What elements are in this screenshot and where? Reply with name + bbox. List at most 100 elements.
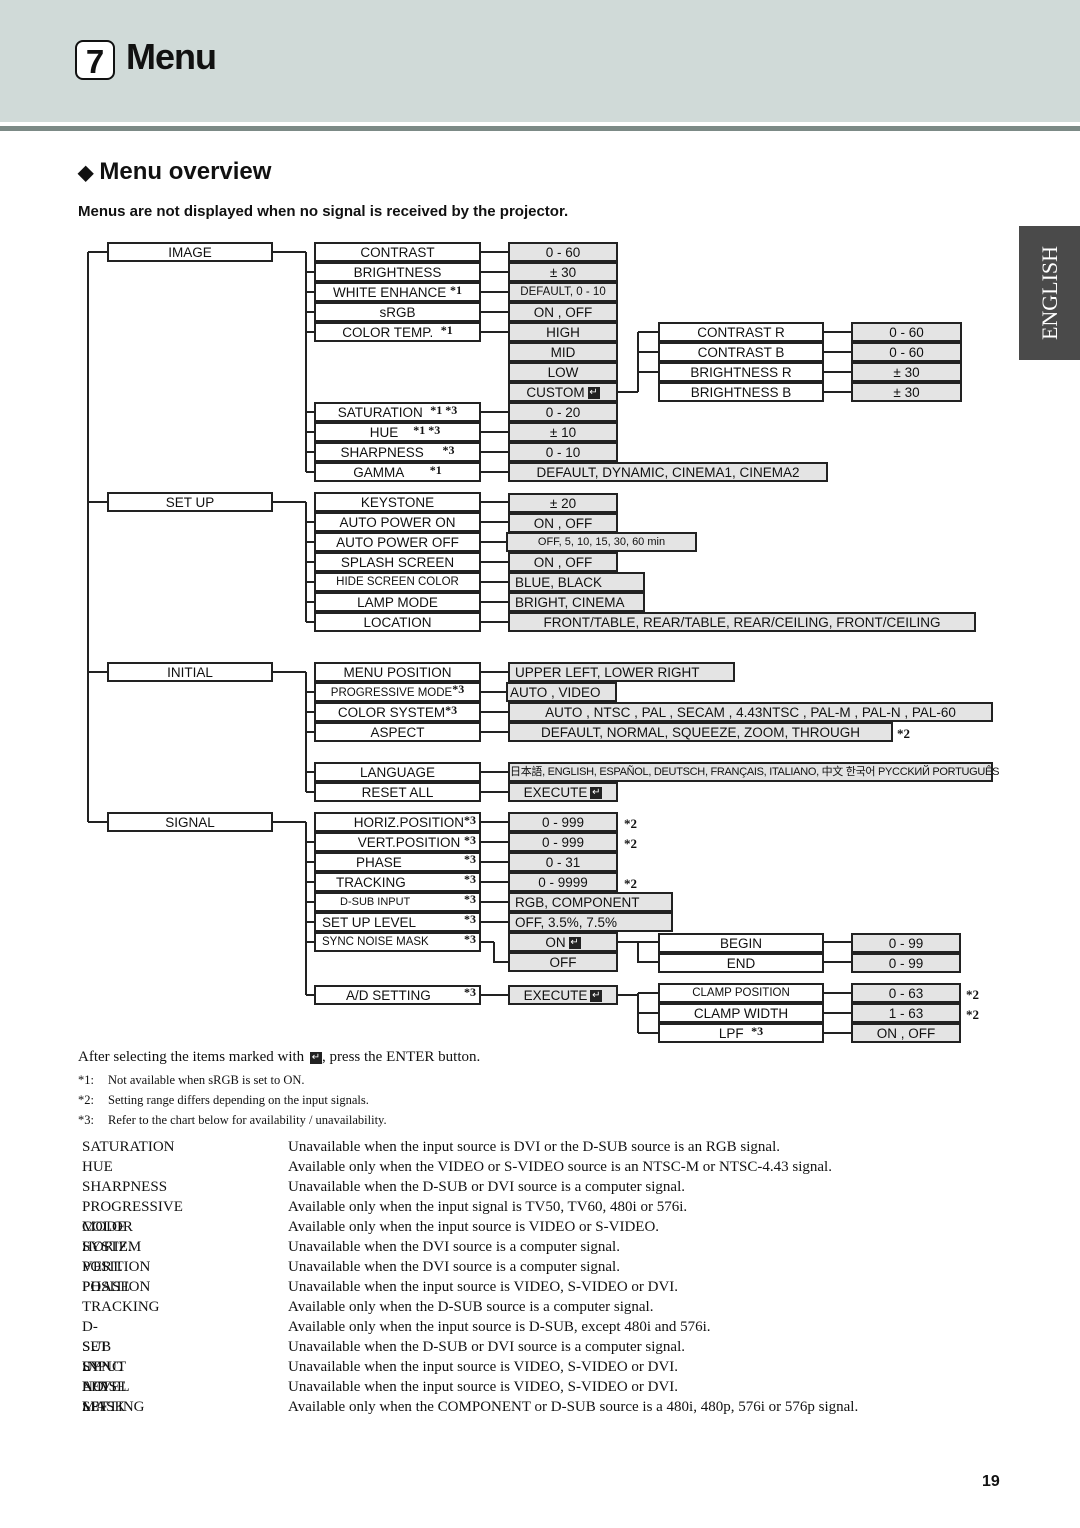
value-color-system: AUTO , NTSC , PAL , SECAM , 4.43NTSC , P… — [508, 702, 993, 722]
value-set-up-level: OFF, 3.5%, 7.5% — [508, 912, 673, 932]
item-splash-screen: SPLASH SCREEN — [314, 552, 481, 572]
clamp-width-note: *2 — [966, 1007, 979, 1022]
item-dsub-input: D-SUB INPUT *3 — [314, 892, 481, 912]
item-menu-position: MENU POSITION — [314, 662, 481, 682]
ad-clamp-position-value: 0 - 63 — [851, 983, 961, 1003]
custom-brightness-r-value: ± 30 — [851, 362, 962, 382]
value-sync-off: OFF — [508, 952, 618, 972]
item-horiz-position: HORIZ.POSITION*3 — [314, 812, 481, 832]
item-language: LANGUAGE — [314, 762, 481, 782]
enter-key-icon: ↵ — [587, 387, 600, 400]
footnote-1: *1: Not available when sRGB is set to ON. — [78, 1073, 305, 1087]
item-sync-noise-mask: SYNC NOISE MASK *3 — [314, 932, 481, 952]
value-progressive-mode: AUTO , VIDEO — [506, 682, 617, 702]
custom-contrast-b-value: 0 - 60 — [851, 342, 962, 362]
footnote-3: *3: Refer to the chart below for availabi… — [78, 1113, 387, 1127]
value-ad-execute: EXECUTE ↵ — [508, 985, 618, 1005]
item-hue: HUE *1 *3 — [314, 422, 481, 442]
value-aspect: DEFAULT, NORMAL, SQUEEZE, ZOOM, THROUGH — [508, 722, 893, 742]
value-sync-on: ON ↵ — [508, 932, 618, 952]
aspect-note: *2 — [897, 726, 910, 741]
enter-key-icon: ↵ — [590, 990, 603, 1003]
item-color-system: COLOR SYSTEM*3 — [314, 702, 481, 722]
sync-begin: BEGIN — [658, 933, 824, 953]
value-reset-all: EXECUTE ↵ — [508, 782, 618, 802]
custom-contrast-r: CONTRAST R — [658, 322, 824, 342]
value-auto-power-on: ON , OFF — [508, 513, 618, 533]
value-language: 日本語, ENGLISH, ESPAÑOL, DEUTSCH, FRANÇAIS… — [508, 762, 999, 782]
item-vert-position: VERT.POSITION *3 — [314, 832, 481, 852]
ad-clamp-width: CLAMP WIDTH — [658, 1003, 824, 1023]
tracking-note: *2 — [624, 876, 637, 891]
item-set-up-level: SET UP LEVEL *3 — [314, 912, 481, 932]
custom-contrast-r-value: 0 - 60 — [851, 322, 962, 342]
value-hide-screen-color: BLUE, BLACK — [508, 572, 645, 592]
value-horiz-position: 0 - 999 — [508, 812, 618, 832]
value-contrast: 0 - 60 — [508, 242, 618, 262]
sync-end-value: 0 - 99 — [851, 953, 961, 973]
ad-clamp-width-value: 1 - 63 — [851, 1003, 961, 1023]
item-srgb: sRGB — [314, 302, 481, 322]
value-gamma: DEFAULT, DYNAMIC, CINEMA1, CINEMA2 — [508, 462, 828, 482]
item-location: LOCATION — [314, 612, 481, 632]
sync-end: END — [658, 953, 824, 973]
value-phase: 0 - 31 — [508, 852, 618, 872]
menu-setup: SET UP — [107, 492, 273, 512]
value-color-temp-mid: MID — [508, 342, 618, 362]
item-keystone: KEYSTONE — [314, 492, 481, 512]
enter-key-icon: ↵ — [309, 1051, 322, 1064]
custom-brightness-b-value: ± 30 — [851, 382, 962, 402]
custom-contrast-b: CONTRAST B — [658, 342, 824, 362]
item-hide-screen-color: HIDE SCREEN COLOR — [314, 572, 481, 592]
item-progressive-mode: PROGRESSIVE MODE*3 — [314, 682, 481, 702]
value-color-temp-custom: CUSTOM ↵ — [508, 382, 618, 402]
item-aspect: ASPECT — [314, 722, 481, 742]
item-sharpness: SHARPNESS *3 — [314, 442, 481, 462]
item-white-enhance: WHITE ENHANCE *1 — [314, 282, 481, 302]
value-vert-position: 0 - 999 — [508, 832, 618, 852]
item-gamma: GAMMA *1 — [314, 462, 481, 482]
custom-brightness-b: BRIGHTNESS B — [658, 382, 824, 402]
value-splash-screen: ON , OFF — [508, 552, 618, 572]
ad-lpf-value: ON , OFF — [851, 1023, 961, 1043]
item-lamp-mode: LAMP MODE — [314, 592, 481, 612]
menu-initial: INITIAL — [107, 662, 273, 682]
item-contrast: CONTRAST — [314, 242, 481, 262]
menu-image: IMAGE — [107, 242, 273, 262]
item-phase: PHASE *3 — [314, 852, 481, 872]
ad-lpf: LPF *3 — [658, 1023, 824, 1043]
value-brightness: ± 30 — [508, 262, 618, 282]
value-white-enhance: DEFAULT, 0 - 10 — [508, 282, 618, 302]
vert-position-note: *2 — [624, 836, 637, 851]
value-tracking: 0 - 9999 — [508, 872, 618, 892]
item-tracking: TRACKING *3 — [314, 872, 481, 892]
enter-key-icon: ↵ — [568, 937, 581, 950]
value-color-temp-low: LOW — [508, 362, 618, 382]
menu-tree-diagram: IMAGE SET UP INITIAL SIGNAL CONTRAST BRI… — [0, 0, 1080, 1060]
menu-signal: SIGNAL — [107, 812, 273, 832]
item-reset-all: RESET ALL — [314, 782, 481, 802]
value-srgb: ON , OFF — [508, 302, 618, 322]
item-color-temp: COLOR TEMP. *1 — [314, 322, 481, 342]
item-auto-power-off: AUTO POWER OFF — [314, 532, 481, 552]
sync-begin-value: 0 - 99 — [851, 933, 961, 953]
horiz-position-note: *2 — [624, 816, 637, 831]
value-menu-position: UPPER LEFT, LOWER RIGHT — [508, 662, 735, 682]
value-hue: ± 10 — [508, 422, 618, 442]
item-auto-power-on: AUTO POWER ON — [314, 512, 481, 532]
item-ad-setting: A/D SETTING *3 — [314, 985, 481, 1005]
page-number: 19 — [982, 1473, 1000, 1490]
enter-instruction: After selecting the items marked with ↵,… — [78, 1049, 481, 1065]
value-dsub-input: RGB, COMPONENT — [508, 892, 673, 912]
item-saturation: SATURATION *1 *3 — [314, 402, 481, 422]
clamp-position-note: *2 — [966, 987, 979, 1002]
value-lamp-mode: BRIGHT, CINEMA — [508, 592, 645, 612]
value-keystone: ± 20 — [508, 493, 618, 513]
value-location: FRONT/TABLE, REAR/TABLE, REAR/CEILING, F… — [508, 612, 976, 632]
ad-clamp-position: CLAMP POSITION — [658, 983, 824, 1003]
item-brightness: BRIGHTNESS — [314, 262, 481, 282]
enter-key-icon: ↵ — [590, 787, 603, 800]
value-saturation: 0 - 20 — [508, 402, 618, 422]
value-sharpness: 0 - 10 — [508, 442, 618, 462]
footnote-2: *2: Setting range differs depending on th… — [78, 1093, 369, 1107]
